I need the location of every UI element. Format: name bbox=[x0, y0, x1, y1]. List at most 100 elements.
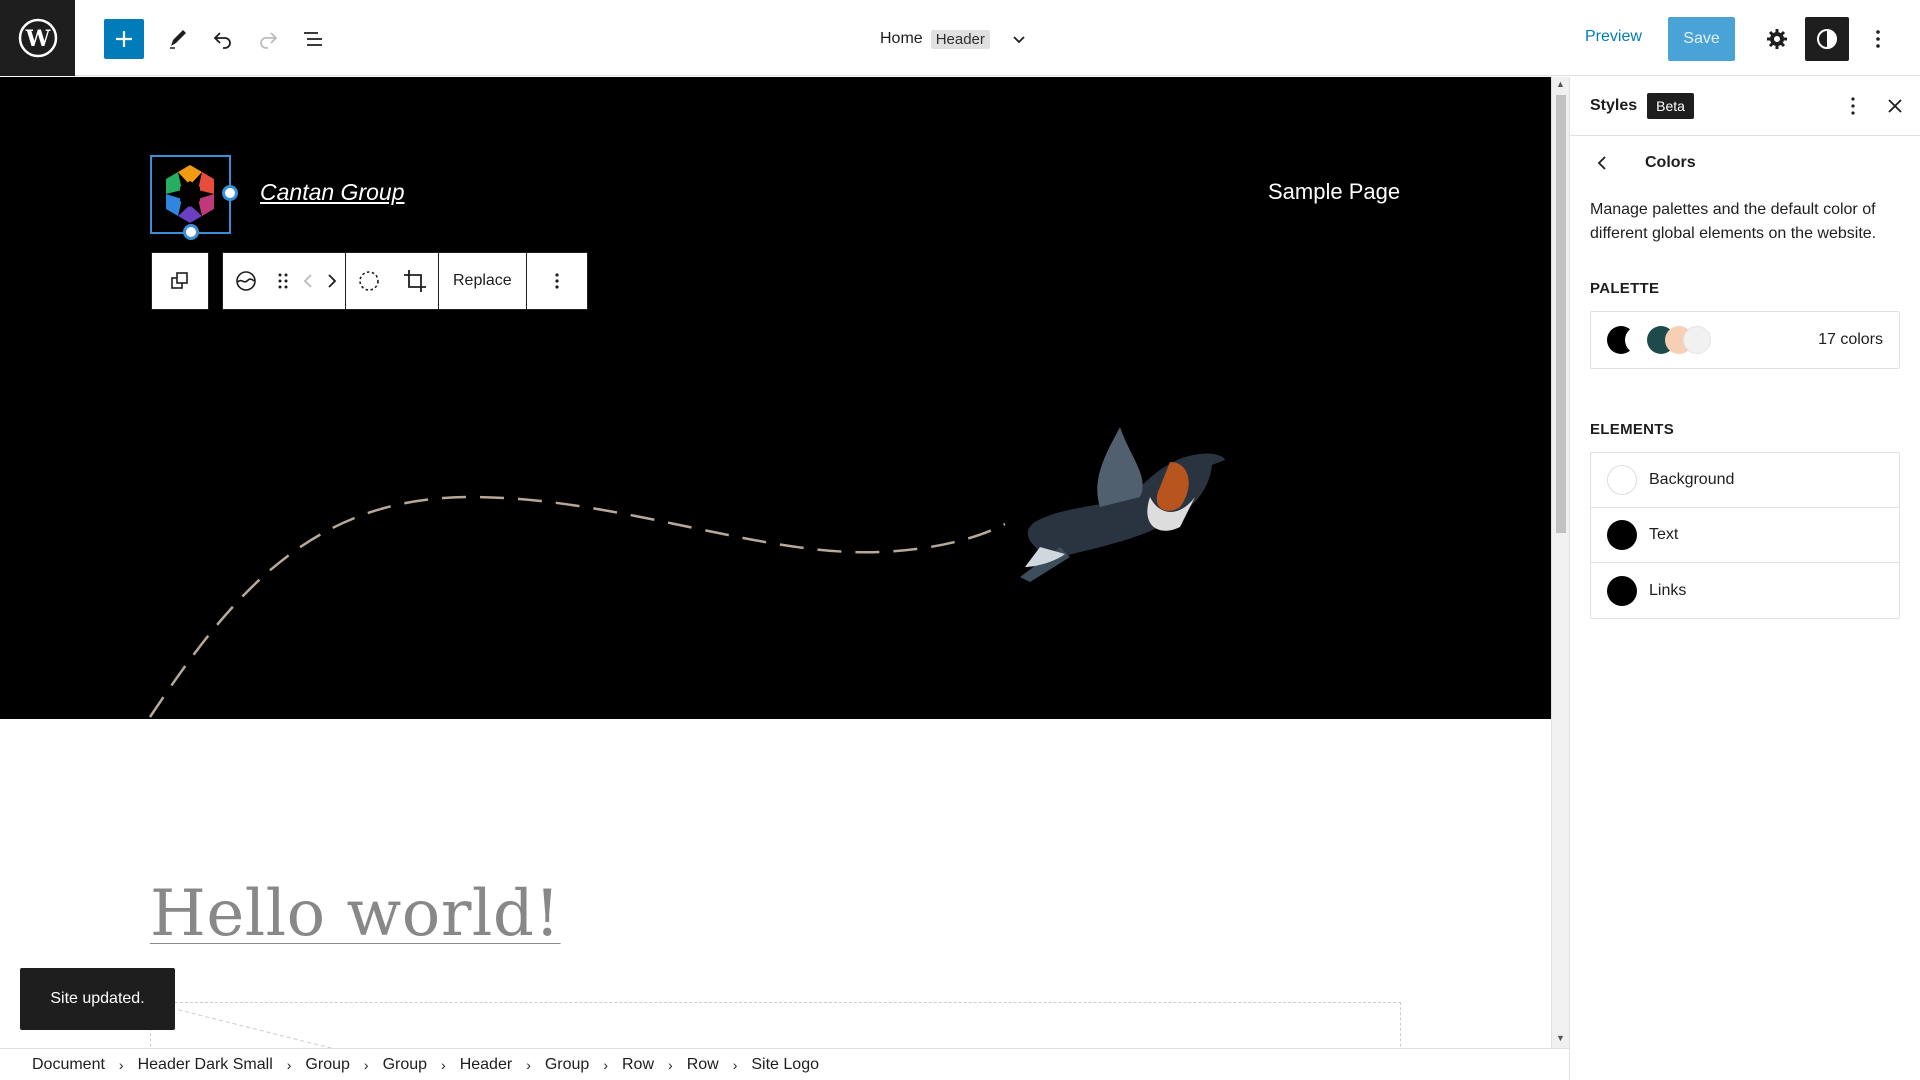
canvas-scrollbar[interactable]: ▲ ▼ bbox=[1551, 77, 1569, 1048]
snackbar-notice[interactable]: Site updated. bbox=[20, 968, 175, 1030]
breadcrumb-item[interactable]: Document bbox=[32, 1056, 105, 1074]
close-icon bbox=[1888, 99, 1902, 113]
block-toolbar bbox=[151, 252, 209, 310]
options-button[interactable] bbox=[1858, 19, 1898, 59]
list-view-icon bbox=[304, 32, 322, 46]
styles-sidebar: Styles Beta Colors Manage palettes and t… bbox=[1569, 77, 1920, 1080]
undo-icon bbox=[213, 32, 231, 49]
gear-icon bbox=[1767, 29, 1787, 49]
scroll-down-icon[interactable]: ▼ bbox=[1556, 1033, 1565, 1043]
sidebar-header: Styles Beta bbox=[1570, 77, 1920, 136]
chevron-left-icon[interactable] bbox=[1592, 153, 1612, 173]
site-logo-icon bbox=[236, 271, 256, 291]
breadcrumb-item[interactable]: Header Dark Small bbox=[138, 1056, 273, 1074]
select-parent-icon bbox=[171, 272, 188, 289]
dashed-circle-icon bbox=[359, 271, 379, 291]
chevron-right-icon: › bbox=[363, 1056, 369, 1073]
breadcrumb-item[interactable]: Header bbox=[460, 1056, 512, 1074]
element-label: Links bbox=[1649, 581, 1687, 599]
chevron-right-icon bbox=[328, 274, 337, 288]
wordpress-logo-button[interactable]: W bbox=[0, 0, 75, 76]
chevron-right-icon: › bbox=[732, 1056, 738, 1073]
decorative-bird-illustration bbox=[148, 427, 1225, 718]
add-block-button[interactable] bbox=[104, 19, 144, 59]
more-vertical-icon bbox=[1851, 97, 1855, 115]
post-content-placeholder[interactable] bbox=[150, 1002, 1401, 1048]
drag-handle-icon bbox=[278, 273, 288, 289]
panel-title: Colors bbox=[1645, 154, 1696, 171]
palette-swatches bbox=[1607, 324, 1727, 356]
save-button[interactable]: Save bbox=[1668, 17, 1735, 61]
element-label: Background bbox=[1649, 471, 1735, 488]
breadcrumb-item-current[interactable]: Site Logo bbox=[751, 1056, 819, 1074]
toolbar-group-options bbox=[527, 253, 587, 309]
block-type-button[interactable] bbox=[223, 253, 269, 309]
breadcrumb-item[interactable]: Row bbox=[622, 1056, 654, 1074]
scrollbar-thumb[interactable] bbox=[1556, 95, 1566, 533]
more-vertical-icon bbox=[555, 273, 559, 289]
document-page-name: Home bbox=[880, 30, 923, 47]
beta-badge: Beta bbox=[1647, 93, 1694, 119]
chevron-down-icon[interactable] bbox=[1010, 30, 1028, 48]
svg-text:W: W bbox=[24, 26, 50, 52]
palette-heading: PALETTE bbox=[1590, 280, 1660, 297]
undo-button[interactable] bbox=[203, 19, 243, 59]
toolbar-group-parent bbox=[152, 253, 208, 309]
select-parent-button[interactable] bbox=[152, 253, 208, 309]
chevron-right-icon: › bbox=[118, 1056, 124, 1073]
editor-header: W Home Header Preview Save bbox=[0, 0, 1920, 76]
wordpress-icon: W bbox=[18, 18, 57, 58]
move-left-button[interactable] bbox=[297, 253, 319, 309]
template-part-tag: Header bbox=[930, 29, 990, 49]
replace-button[interactable]: Replace bbox=[439, 253, 526, 309]
elements-list: Background Text Links bbox=[1590, 452, 1900, 619]
chevron-right-icon: › bbox=[526, 1056, 531, 1073]
post-title[interactable]: Hello world! bbox=[150, 877, 561, 951]
breadcrumb-item[interactable]: Group bbox=[305, 1056, 349, 1074]
redo-icon bbox=[260, 32, 278, 49]
block-options-button[interactable] bbox=[527, 253, 587, 309]
color-indicator bbox=[1607, 465, 1637, 495]
toolbar-group-block bbox=[223, 253, 346, 309]
element-links[interactable]: Links bbox=[1591, 563, 1899, 618]
sidebar-options-button[interactable] bbox=[1842, 95, 1864, 122]
document-title[interactable]: Home Header bbox=[880, 27, 1028, 51]
chevron-right-icon: › bbox=[441, 1056, 446, 1073]
circle-mask-button[interactable] bbox=[346, 253, 392, 309]
crop-icon bbox=[404, 270, 426, 292]
header-cover-block[interactable]: Cantan Group Sample Page Replace bbox=[0, 77, 1551, 719]
element-background[interactable]: Background bbox=[1591, 453, 1899, 508]
placeholder-diagonal-line bbox=[151, 1003, 334, 1048]
more-vertical-icon bbox=[1876, 30, 1880, 48]
tools-button[interactable] bbox=[158, 19, 198, 59]
redo-button[interactable] bbox=[248, 19, 288, 59]
elements-heading: ELEMENTS bbox=[1590, 421, 1675, 438]
color-swatch bbox=[1683, 326, 1711, 354]
block-toolbar-main: Replace bbox=[222, 252, 588, 310]
scroll-up-icon[interactable]: ▲ bbox=[1556, 79, 1565, 89]
chevron-right-icon: › bbox=[668, 1056, 673, 1073]
move-right-button[interactable] bbox=[319, 253, 345, 309]
element-label: Text bbox=[1649, 526, 1679, 543]
styles-button[interactable] bbox=[1805, 17, 1849, 61]
sidebar-title: Styles bbox=[1590, 97, 1638, 114]
settings-button[interactable] bbox=[1757, 19, 1797, 59]
element-text[interactable]: Text bbox=[1591, 508, 1899, 563]
color-indicator bbox=[1607, 575, 1637, 606]
crop-button[interactable] bbox=[392, 253, 438, 309]
toolbar-group-format bbox=[346, 253, 439, 309]
block-breadcrumb: Document › Header Dark Small › Group › Grou… bbox=[0, 1048, 1569, 1080]
breadcrumb-item[interactable]: Group bbox=[383, 1056, 427, 1074]
toolbar-group-replace: Replace bbox=[439, 253, 527, 309]
list-view-button[interactable] bbox=[293, 19, 333, 59]
breadcrumb-item[interactable]: Row bbox=[687, 1056, 719, 1074]
chevron-right-icon: › bbox=[603, 1056, 608, 1073]
close-sidebar-button[interactable] bbox=[1885, 96, 1905, 121]
color-indicator bbox=[1607, 520, 1637, 550]
drag-handle[interactable] bbox=[269, 253, 297, 309]
preview-button[interactable]: Preview bbox=[1585, 28, 1642, 46]
editor-canvas[interactable]: Cantan Group Sample Page Replace Hello w… bbox=[0, 77, 1551, 1048]
palette-button[interactable]: 17 colors bbox=[1590, 311, 1900, 369]
breadcrumb-item[interactable]: Group bbox=[545, 1056, 589, 1074]
chevron-left-icon bbox=[303, 274, 312, 288]
